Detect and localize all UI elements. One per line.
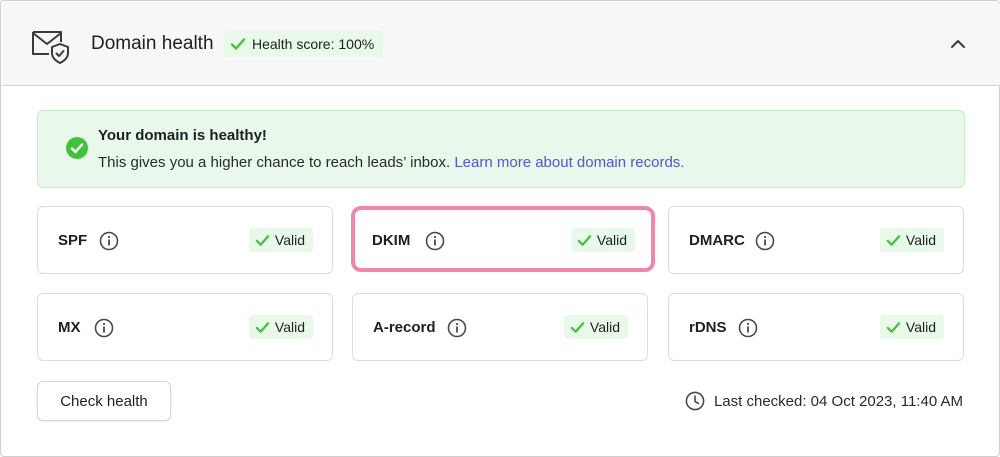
info-icon[interactable] bbox=[447, 318, 467, 338]
clock-icon bbox=[685, 391, 705, 411]
status-label: Valid bbox=[274, 319, 305, 335]
info-icon[interactable] bbox=[755, 231, 775, 251]
record-card-mx: MX Valid bbox=[37, 293, 333, 361]
record-card-spf: SPF Valid bbox=[37, 206, 333, 274]
record-card-dkim: DKIM Valid bbox=[351, 206, 655, 272]
check-icon bbox=[255, 234, 270, 246]
status-badge: Valid bbox=[570, 228, 635, 252]
check-circle-icon bbox=[66, 137, 88, 159]
panel-header[interactable]: Domain health Health score: 100% bbox=[2, 2, 1000, 86]
record-card-rdns: rDNS Valid bbox=[668, 293, 964, 361]
check-icon bbox=[886, 321, 901, 333]
record-name: DMARC bbox=[689, 232, 745, 249]
health-status-banner: Your domain is healthy! This gives you a… bbox=[37, 110, 965, 188]
info-icon[interactable] bbox=[425, 231, 445, 251]
info-icon[interactable] bbox=[738, 318, 758, 338]
page-title: Domain health bbox=[91, 33, 214, 54]
status-label: Valid bbox=[274, 232, 305, 248]
record-name: DKIM bbox=[372, 232, 411, 249]
status-badge: Valid bbox=[248, 315, 313, 339]
status-badge: Valid bbox=[879, 315, 944, 339]
learn-more-link[interactable]: Learn more about domain records. bbox=[454, 154, 684, 171]
check-icon bbox=[255, 321, 270, 333]
banner-title: Your domain is healthy! bbox=[98, 127, 267, 144]
check-icon bbox=[886, 234, 901, 246]
last-checked-label: Last checked: 04 Oct 2023, 11:40 AM bbox=[713, 392, 963, 410]
record-card-dmarc: DMARC Valid bbox=[668, 206, 964, 274]
banner-text: This gives you a higher chance to reach … bbox=[98, 154, 684, 171]
health-score-label: Health score: 100% bbox=[252, 35, 375, 52]
check-icon bbox=[230, 37, 246, 50]
info-icon[interactable] bbox=[99, 231, 119, 251]
record-name: SPF bbox=[58, 232, 88, 249]
domain-health-panel: Domain health Health score: 100% Your do… bbox=[0, 0, 1000, 457]
record-card-a-record: A-record Valid bbox=[352, 293, 648, 361]
check-icon bbox=[570, 321, 585, 333]
check-health-button[interactable]: Check health bbox=[37, 381, 171, 421]
last-checked: Last checked: 04 Oct 2023, 11:40 AM bbox=[685, 391, 963, 411]
record-name: A-record bbox=[373, 319, 436, 336]
status-badge: Valid bbox=[563, 315, 628, 339]
banner-description: This gives you a higher chance to reach … bbox=[98, 154, 455, 171]
status-label: Valid bbox=[596, 232, 627, 248]
status-label: Valid bbox=[589, 319, 620, 335]
record-name: MX bbox=[58, 319, 81, 336]
mail-shield-icon bbox=[32, 31, 69, 64]
chevron-up-icon[interactable] bbox=[946, 32, 970, 56]
status-label: Valid bbox=[905, 232, 936, 248]
record-name: rDNS bbox=[689, 319, 727, 336]
status-badge: Valid bbox=[879, 228, 944, 252]
health-score-badge: Health score: 100% bbox=[224, 30, 384, 57]
status-label: Valid bbox=[905, 319, 936, 335]
info-icon[interactable] bbox=[94, 318, 114, 338]
check-icon bbox=[577, 234, 592, 246]
status-badge: Valid bbox=[248, 228, 313, 252]
